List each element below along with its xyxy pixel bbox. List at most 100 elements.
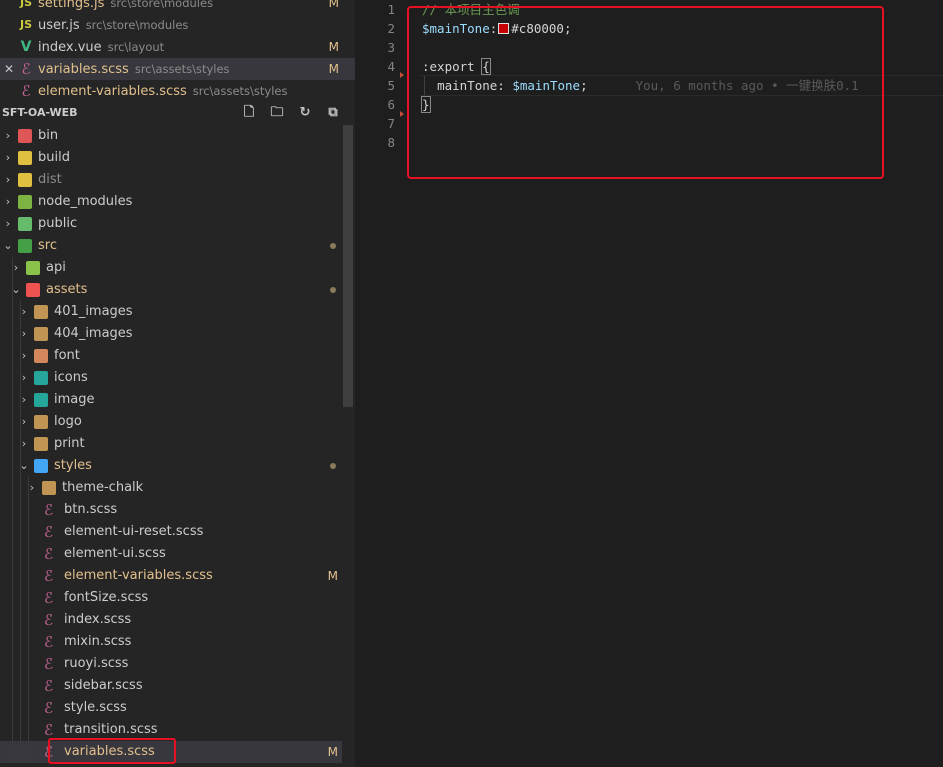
git-modified-badge: M [327, 745, 338, 759]
tree-folder-item[interactable]: › build [0, 147, 342, 169]
indent-guide [20, 587, 21, 609]
chevron-right-icon[interactable]: › [18, 411, 30, 433]
open-editor-filename: user.js [38, 18, 80, 33]
styles-folder-icon [34, 459, 48, 473]
chevron-right-icon[interactable]: › [18, 433, 30, 455]
open-editor-item[interactable]: JS settings.js src\store\modules M [0, 0, 355, 14]
tree-folder-item[interactable]: › node_modules [0, 191, 342, 213]
indent-guide [20, 609, 21, 631]
modified-dot-icon [330, 463, 336, 469]
tree-folder-item[interactable]: › font [0, 345, 342, 367]
chevron-right-icon[interactable]: › [2, 147, 14, 169]
chevron-right-icon[interactable]: › [2, 125, 14, 147]
chevron-right-icon[interactable]: › [10, 257, 22, 279]
highlight-box-variables-file [48, 738, 176, 764]
tree-file-item[interactable]: ℰruoyi.scss [0, 653, 342, 675]
tree-folder-item[interactable]: › 404_images [0, 323, 342, 345]
open-editor-item[interactable]: ℰelement-variables.scss src\assets\styles [0, 80, 355, 102]
sass-icon: ℰ [44, 611, 54, 629]
indent-guide [12, 697, 13, 719]
file-tree: › bin › build › dist › node_modules › public ⌄ src ›… [0, 125, 342, 763]
git-change-marker [400, 72, 404, 78]
line-number: 3 [387, 40, 395, 55]
chevron-right-icon[interactable]: › [26, 477, 38, 499]
tree-file-item[interactable]: ℰmixin.scss [0, 631, 342, 653]
highlight-box-code [407, 6, 884, 179]
indent-guide [12, 741, 13, 763]
chevron-right-icon[interactable]: › [2, 191, 14, 213]
tree-file-item[interactable]: ℰelement-ui-reset.scss [0, 521, 342, 543]
chevron-right-icon[interactable]: › [2, 169, 14, 191]
tree-folder-item[interactable]: ⌄ assets [0, 279, 342, 301]
tree-folder-item[interactable]: › theme-chalk [0, 477, 342, 499]
tree-item-label: node_modules [38, 194, 133, 209]
tree-file-item[interactable]: ℰindex.scss [0, 609, 342, 631]
sidebar-scrollbar[interactable] [343, 125, 353, 407]
new-file-icon[interactable]: 🗋 [235, 102, 263, 124]
refresh-icon[interactable]: ↻ [291, 102, 319, 124]
git-modified-badge: M [328, 62, 339, 76]
indent-guide [20, 543, 21, 565]
public-folder-icon [18, 217, 32, 231]
tree-file-item[interactable]: ℰfontSize.scss [0, 587, 342, 609]
indent-guide [28, 587, 29, 609]
explorer-header[interactable]: SFT-OA-WEB 🗋 🗀 ↻ ⧉ [0, 102, 355, 124]
tree-folder-item[interactable]: ⌄ styles [0, 455, 342, 477]
tree-file-item[interactable]: ℰbtn.scss [0, 499, 342, 521]
vue-file-icon: V [20, 39, 32, 55]
indent-guide [28, 499, 29, 521]
tree-folder-item[interactable]: › public [0, 213, 342, 235]
open-editor-item[interactable]: JS user.js src\store\modules [0, 14, 355, 36]
tree-folder-item[interactable]: › dist [0, 169, 342, 191]
tree-folder-item[interactable]: › logo [0, 411, 342, 433]
indent-guide [20, 697, 21, 719]
chevron-right-icon[interactable]: › [18, 389, 30, 411]
bin-folder-icon [18, 129, 32, 143]
indent-guide [28, 675, 29, 697]
tree-folder-item[interactable]: › bin [0, 125, 342, 147]
indent-guide [12, 587, 13, 609]
collapse-all-icon[interactable]: ⧉ [319, 102, 347, 124]
tree-folder-item[interactable]: › api [0, 257, 342, 279]
tree-folder-item[interactable]: › icons [0, 367, 342, 389]
indent-guide [20, 565, 21, 587]
open-editor-path: src\store\modules [110, 0, 214, 10]
indent-guide [12, 653, 13, 675]
chevron-right-icon[interactable]: › [18, 345, 30, 367]
folder-icon [42, 481, 56, 495]
tree-folder-item[interactable]: › image [0, 389, 342, 411]
indent-guide [28, 521, 29, 543]
tree-item-label: public [38, 216, 78, 231]
chevron-right-icon[interactable]: › [18, 323, 30, 345]
chevron-down-icon[interactable]: ⌄ [10, 279, 22, 301]
chevron-right-icon[interactable]: › [2, 213, 14, 235]
chevron-down-icon[interactable]: ⌄ [2, 235, 14, 257]
js-file-icon: JS [19, 18, 32, 31]
tree-item-label: src [38, 238, 57, 253]
tree-folder-item[interactable]: ⌄ src [0, 235, 342, 257]
code-editor[interactable]: 12345678 // 本项目主色调 $mainTone: #c80000; :e… [355, 0, 943, 767]
tree-item-label: image [54, 392, 95, 407]
indent-guide [28, 631, 29, 653]
tree-folder-item[interactable]: › 401_images [0, 301, 342, 323]
tree-file-item[interactable]: ℰsidebar.scss [0, 675, 342, 697]
tree-file-item[interactable]: ℰelement-ui.scss [0, 543, 342, 565]
open-editor-item[interactable]: Vindex.vue src\layout M [0, 36, 355, 58]
tree-item-label: btn.scss [64, 502, 118, 517]
tree-folder-item[interactable]: › print [0, 433, 342, 455]
close-icon[interactable]: ✕ [4, 58, 16, 80]
open-editor-path: src\store\modules [85, 18, 189, 32]
tree-file-item[interactable]: ℰelement-variables.scss M [0, 565, 342, 587]
folder-icon [34, 437, 48, 451]
tree-item-label: theme-chalk [62, 480, 144, 495]
tree-item-label: element-variables.scss [64, 568, 213, 583]
indent-guide [12, 389, 13, 411]
chevron-right-icon[interactable]: › [18, 301, 30, 323]
chevron-right-icon[interactable]: › [18, 367, 30, 389]
open-editor-item[interactable]: ✕ ℰvariables.scss src\assets\styles M [0, 58, 355, 80]
chevron-down-icon[interactable]: ⌄ [18, 455, 30, 477]
indent-guide [12, 411, 13, 433]
tree-file-item[interactable]: ℰstyle.scss [0, 697, 342, 719]
sass-icon: ℰ [44, 567, 54, 585]
new-folder-icon[interactable]: 🗀 [263, 102, 291, 124]
